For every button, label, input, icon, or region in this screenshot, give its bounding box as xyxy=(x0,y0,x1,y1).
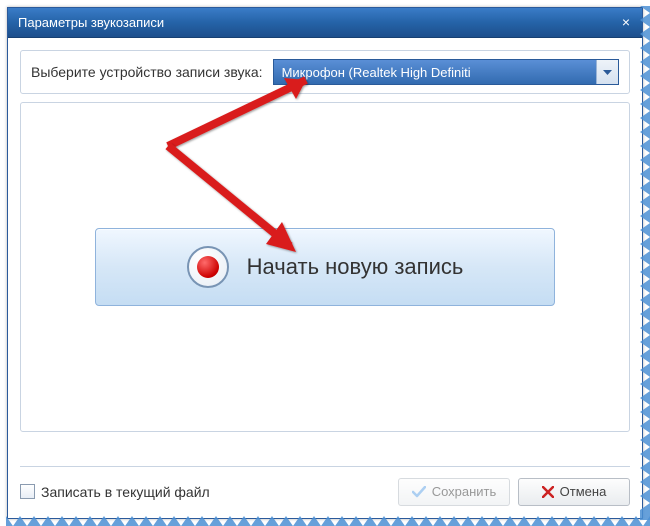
start-record-button[interactable]: Начать новую запись xyxy=(95,228,555,306)
append-checkbox[interactable]: Записать в текущий файл xyxy=(20,484,210,500)
window-title: Параметры звукозаписи xyxy=(18,15,164,30)
chevron-down-icon[interactable] xyxy=(596,60,618,84)
dialog-window: Параметры звукозаписи × Выберите устройс… xyxy=(7,7,643,519)
cross-icon xyxy=(542,486,554,498)
device-label: Выберите устройство записи звука: xyxy=(31,64,263,80)
footer: Записать в текущий файл Сохранить Отмена xyxy=(20,466,630,506)
save-button-label: Сохранить xyxy=(432,484,497,499)
checkbox-icon xyxy=(20,484,35,499)
record-icon xyxy=(187,246,229,288)
titlebar: Параметры звукозаписи × xyxy=(8,8,642,38)
device-panel: Выберите устройство записи звука: Микроф… xyxy=(20,50,630,94)
append-checkbox-label: Записать в текущий файл xyxy=(41,484,210,500)
check-icon xyxy=(412,486,426,498)
device-selected: Микрофон (Realtek High Definiti xyxy=(274,65,596,80)
save-button: Сохранить xyxy=(398,478,510,506)
main-panel: Начать новую запись xyxy=(20,102,630,432)
cancel-button[interactable]: Отмена xyxy=(518,478,630,506)
dialog-body: Выберите устройство записи звука: Микроф… xyxy=(8,38,642,444)
cancel-button-label: Отмена xyxy=(560,484,607,499)
device-dropdown[interactable]: Микрофон (Realtek High Definiti xyxy=(273,59,619,85)
close-icon[interactable]: × xyxy=(618,14,634,30)
record-button-label: Начать новую запись xyxy=(247,254,464,280)
